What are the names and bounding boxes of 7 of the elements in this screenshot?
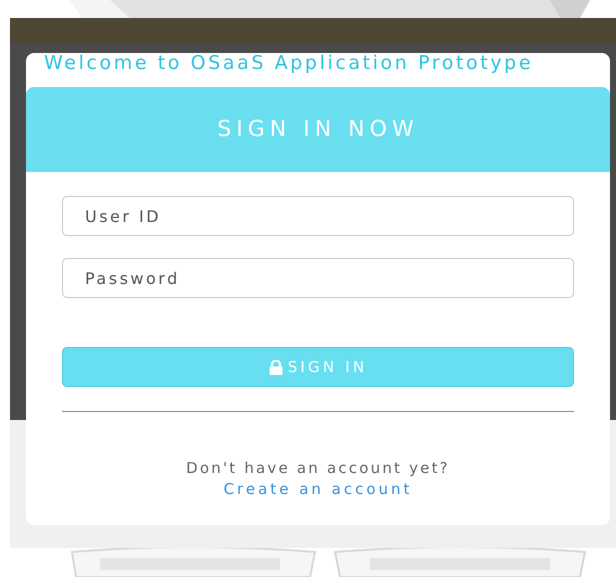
header-title: SIGN IN NOW: [217, 117, 419, 142]
lock-icon: [268, 360, 283, 374]
signup-prompt: Don't have an account yet?: [185, 459, 451, 477]
input-field[interactable]: Password: [62, 258, 574, 298]
input-field[interactable]: User ID: [62, 196, 574, 236]
welcome-title: Welcome to OSaaS Application Prototype: [43, 53, 534, 76]
create-account-link[interactable]: Create an account: [224, 480, 412, 498]
